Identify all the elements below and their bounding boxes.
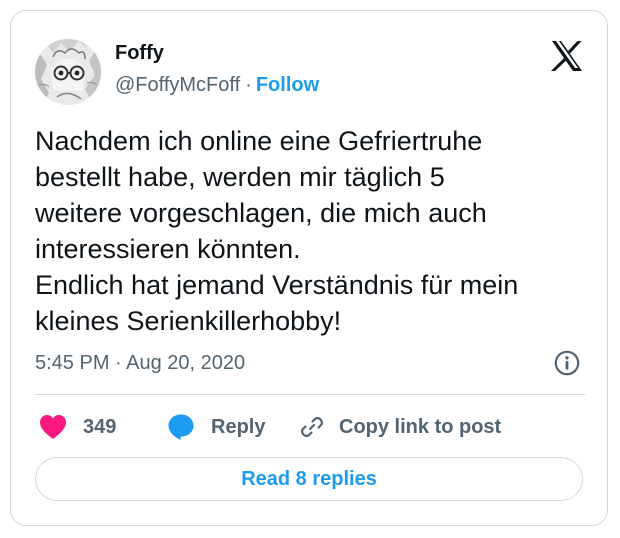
x-logo-icon[interactable]: [551, 41, 583, 71]
link-icon: [299, 414, 325, 440]
separator-dot: ·: [245, 74, 252, 96]
tweet-text: Nachdem ich online eine Gefriertruhe bes…: [35, 126, 519, 336]
author-handle-row: @FoffyMcFoff · Follow: [115, 73, 319, 97]
reply-button[interactable]: Reply: [167, 409, 265, 445]
copy-link-label: Copy link to post: [339, 415, 502, 438]
author-handle[interactable]: @FoffyMcFoff: [115, 74, 240, 96]
copy-link-button[interactable]: Copy link to post: [299, 409, 501, 445]
read-replies-button[interactable]: Read 8 replies: [35, 457, 583, 501]
avatar-image: [35, 39, 101, 105]
heart-icon: [39, 414, 67, 440]
info-icon[interactable]: [554, 350, 580, 376]
like-button[interactable]: 349: [39, 409, 116, 445]
avatar[interactable]: [35, 39, 101, 105]
divider: [35, 394, 585, 395]
action-bar: 349 Reply Copy link to post: [35, 409, 585, 445]
like-count: 349: [83, 415, 117, 438]
tweet-card: Foffy @FoffyMcFoff · Follow Nachdem ich on…: [10, 10, 608, 526]
tweet-timestamp[interactable]: 5:45 PM · Aug 20, 2020: [35, 351, 245, 375]
reply-label: Reply: [211, 415, 266, 438]
follow-button[interactable]: Follow: [256, 74, 319, 96]
speech-bubble-icon: [167, 413, 195, 441]
author-name[interactable]: Foffy: [115, 41, 164, 65]
